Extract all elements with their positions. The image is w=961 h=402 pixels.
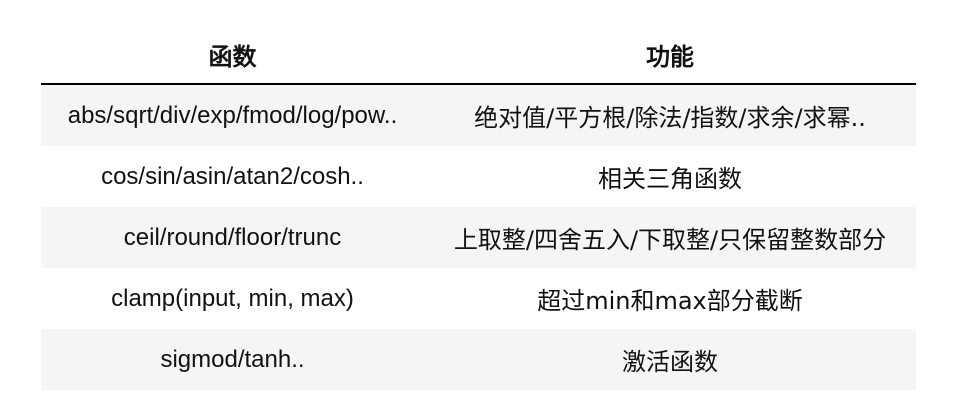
description-cell: 激活函数	[622, 348, 718, 376]
description-cell: 上取整/四舍五入/下取整/只保留整数部分	[453, 226, 887, 254]
table-row: sigmod/tanh.. 激活函数	[41, 329, 916, 390]
function-cell: clamp(input, min, max)	[111, 284, 354, 312]
table-header-row: 函数 功能	[41, 26, 916, 85]
description-cell: 相关三角函数	[598, 165, 742, 193]
function-cell: ceil/round/floor/trunc	[123, 223, 342, 251]
function-cell: cos/sin/asin/atan2/cosh..	[101, 162, 364, 190]
table-row: ceil/round/floor/trunc 上取整/四舍五入/下取整/只保留整…	[41, 207, 916, 268]
function-cell: sigmod/tanh..	[160, 345, 305, 373]
table-row: abs/sqrt/div/exp/fmod/log/pow.. 绝对值/平方根/…	[41, 85, 916, 146]
table-row: clamp(input, min, max) 超过min和max部分截断	[41, 268, 916, 329]
table-row: cos/sin/asin/atan2/cosh.. 相关三角函数	[41, 146, 916, 207]
function-table: 函数 功能 abs/sqrt/div/exp/fmod/log/pow.. 绝对…	[41, 26, 916, 390]
header-function: 函数	[208, 43, 257, 71]
description-cell: 超过min和max部分截断	[537, 287, 803, 315]
header-description: 功能	[646, 43, 694, 71]
function-cell: abs/sqrt/div/exp/fmod/log/pow..	[67, 101, 398, 129]
description-cell: 绝对值/平方根/除法/指数/求余/求幂..	[474, 104, 866, 132]
